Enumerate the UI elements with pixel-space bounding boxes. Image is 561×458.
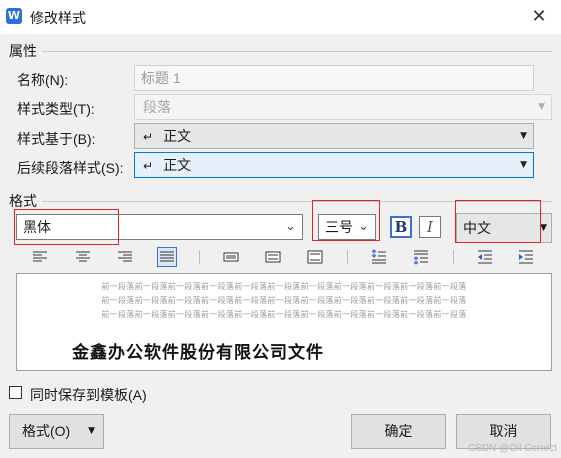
paragraph-mark-icon: ↵: [143, 159, 154, 173]
dropdown-arrow-icon: ▼: [520, 160, 527, 170]
italic-button[interactable]: I: [419, 216, 441, 238]
watermark-text: CSDN @Oil Correct: [467, 443, 557, 454]
name-field[interactable]: 标题 1: [134, 65, 534, 91]
title-bar: W 修改样式 ✕: [0, 0, 561, 34]
align-center-icon[interactable]: [74, 248, 92, 266]
ok-button[interactable]: 确定: [351, 414, 446, 449]
toolbar-separator: [199, 250, 200, 264]
toolbar-separator: [453, 250, 454, 264]
save-to-template-checkbox[interactable]: [9, 386, 22, 399]
dropdown-arrow-icon: ▼: [520, 131, 527, 141]
based-on-value: 正文: [163, 128, 192, 144]
line-spacing-double-icon[interactable]: [306, 248, 324, 266]
name-label: 名称(N):: [17, 72, 69, 88]
next-style-label: 后续段落样式(S):: [17, 160, 124, 176]
dropdown-arrow-icon: ▼: [538, 102, 545, 112]
style-type-label: 样式类型(T):: [17, 101, 95, 117]
line-spacing-1-5-icon[interactable]: [264, 248, 282, 266]
align-justify-icon[interactable]: [157, 247, 177, 267]
based-on-label: 样式基于(B):: [17, 131, 96, 147]
dropdown-arrow-icon: ▼: [540, 223, 547, 233]
align-right-icon[interactable]: [116, 248, 134, 266]
bold-button[interactable]: B: [390, 216, 412, 238]
size-highlight-box: [312, 200, 380, 241]
next-style-value: 正文: [163, 157, 192, 173]
dropdown-arrow-icon: ▼: [88, 426, 95, 436]
style-type-select[interactable]: 段落 ▼: [134, 94, 552, 120]
style-type-value: 段落: [143, 99, 171, 115]
save-to-template-label[interactable]: 同时保存到模板(A): [30, 385, 147, 405]
format-menu-button[interactable]: 格式(O) ▼: [9, 414, 104, 449]
chevron-down-icon: ⌄: [285, 219, 296, 234]
toolbar-separator: [347, 250, 348, 264]
space-before-increase-icon[interactable]: [370, 248, 388, 266]
preview-previous-paragraph-line: 前一段落前一段落前一段落前一段落前一段落前一段落前一段落前一段落前一段落前一段落…: [101, 310, 467, 319]
space-after-increase-icon[interactable]: [412, 248, 430, 266]
align-left-icon[interactable]: [31, 248, 49, 266]
properties-divider: [42, 51, 552, 52]
wps-app-icon: W: [6, 8, 22, 24]
next-style-select[interactable]: ↵ 正文 ▼: [134, 152, 534, 178]
preview-sample-text: 金鑫办公软件股份有限公司文件: [72, 343, 324, 362]
format-section-label: 格式: [9, 193, 37, 209]
dialog-title: 修改样式: [30, 10, 86, 26]
line-spacing-single-icon[interactable]: [222, 248, 240, 266]
format-menu-label: 格式(O): [22, 423, 71, 439]
preview-previous-paragraph-line: 前一段落前一段落前一段落前一段落前一段落前一段落前一段落前一段落前一段落前一段落…: [101, 282, 467, 291]
close-icon[interactable]: ✕: [517, 0, 561, 34]
indent-increase-icon[interactable]: [517, 248, 535, 266]
paragraph-mark-icon: ↵: [143, 130, 154, 144]
language-highlight-box: [455, 200, 541, 243]
font-highlight-box: [14, 209, 119, 245]
indent-decrease-icon[interactable]: [476, 248, 494, 266]
preview-previous-paragraph-line: 前一段落前一段落前一段落前一段落前一段落前一段落前一段落前一段落前一段落前一段落…: [101, 296, 467, 305]
based-on-select[interactable]: ↵ 正文 ▼: [134, 123, 534, 149]
properties-section-label: 属性: [9, 43, 37, 59]
style-preview-pane: 前一段落前一段落前一段落前一段落前一段落前一段落前一段落前一段落前一段落前一段落…: [16, 273, 552, 371]
